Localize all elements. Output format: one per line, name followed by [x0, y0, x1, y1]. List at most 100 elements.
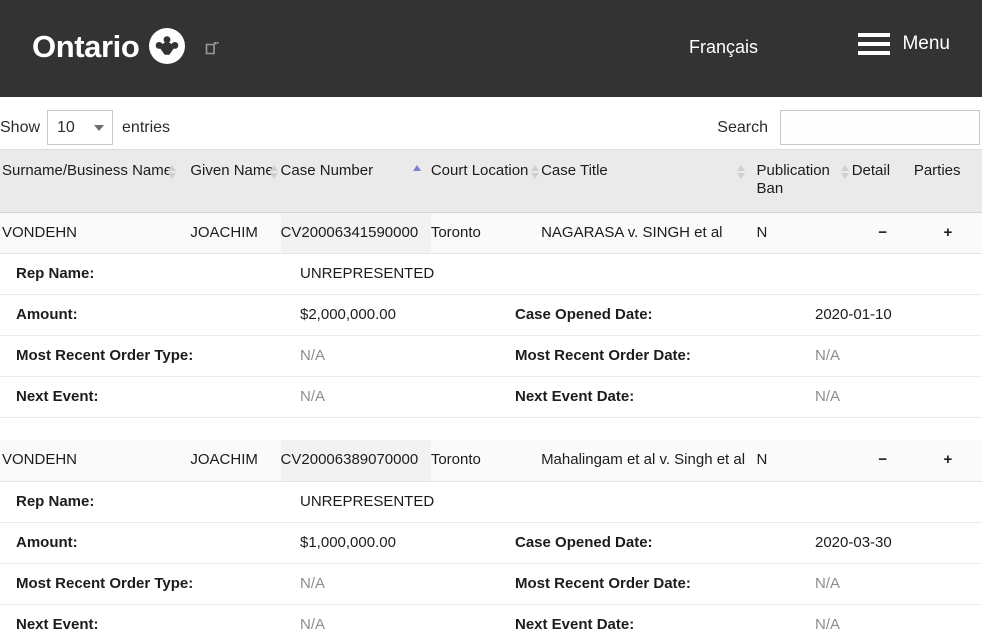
detail-panel-spacer — [0, 417, 982, 441]
parties-expand-button[interactable]: + — [913, 440, 982, 483]
brand-name: Ontario — [32, 28, 140, 64]
column-header-court-location[interactable]: Court Location — [430, 149, 542, 213]
spacer-cell — [0, 417, 982, 441]
parties-expand-button[interactable]: + — [913, 212, 982, 255]
column-header-parties: Parties — [913, 149, 982, 213]
value-next-event-date: N/A — [815, 376, 982, 419]
value-most-recent-order-date: N/A — [815, 335, 982, 378]
detail-collapse-button[interactable]: − — [851, 440, 914, 483]
cell-given-name: JOACHIM — [190, 212, 281, 255]
sort-indicator-given-name[interactable] — [270, 165, 279, 179]
value-case-opened-date: 2020-03-30 — [815, 522, 982, 565]
detail-row-rep-name: Rep Name: UNREPRESENTED — [0, 254, 982, 296]
value-next-event: N/A — [300, 604, 515, 633]
plus-icon: + — [943, 451, 953, 469]
label-most-recent-order-type: Most Recent Order Type: — [0, 563, 300, 606]
column-header-surname[interactable]: Surname/Business Name — [0, 149, 191, 213]
table-header: Surname/Business Name Given Name Case Nu… — [0, 149, 982, 213]
value-rep-name: UNREPRESENTED — [300, 254, 515, 296]
ontario-brand-logo[interactable]: Ontario — [32, 28, 220, 64]
table-row[interactable]: VONDEHN JOACHIM CV20006389070000 Toronto… — [0, 440, 982, 483]
show-entries-control: Show 10 entries — [0, 110, 170, 145]
column-header-parties-label: Parties — [913, 162, 961, 179]
menu-button-label: Menu — [902, 33, 950, 54]
column-header-given-name[interactable]: Given Name — [190, 149, 281, 213]
sort-indicator-publication-ban[interactable] — [840, 165, 850, 179]
value-next-event: N/A — [300, 376, 515, 419]
detail-panel-row: Rep Name: UNREPRESENTED Amount: $1,000,0… — [0, 481, 982, 633]
value-empty-2 — [815, 482, 982, 524]
value-most-recent-order-type: N/A — [300, 563, 515, 606]
column-header-case-title-label: Case Title — [541, 162, 608, 179]
value-empty-1 — [815, 254, 982, 296]
case-detail-table: Rep Name: UNREPRESENTED Amount: $2,000,0… — [0, 254, 982, 441]
cell-publication-ban: N — [756, 440, 852, 483]
cell-case-number: CV20006389070000 — [280, 440, 431, 483]
label-amount: Amount: — [0, 294, 300, 337]
entries-per-page-value: 10 — [57, 118, 75, 136]
sort-indicator-court-location[interactable] — [530, 165, 540, 179]
cell-given-name: JOACHIM — [190, 440, 281, 483]
value-most-recent-order-type: N/A — [300, 335, 515, 378]
detail-panel-row: Rep Name: UNREPRESENTED Amount: $2,000,0… — [0, 253, 982, 441]
ontario-trillium-icon — [149, 28, 186, 64]
sort-indicator-surname[interactable] — [168, 165, 177, 179]
detail-collapse-button[interactable]: − — [851, 212, 914, 255]
column-header-detail-label: Detail — [851, 162, 891, 179]
language-toggle-francais[interactable]: Français — [689, 37, 758, 58]
value-amount: $1,000,000.00 — [300, 522, 515, 565]
column-header-case-number-label: Case Number — [280, 162, 374, 179]
search-control: Search — [717, 110, 980, 145]
label-case-opened-date: Case Opened Date: — [515, 522, 815, 565]
value-most-recent-order-date: N/A — [815, 563, 982, 606]
site-header: Ontario Français Menu — [0, 0, 982, 97]
sort-indicator-case-number-ascending[interactable] — [412, 165, 422, 179]
cell-publication-ban: N — [756, 212, 852, 255]
cell-court-location: Toronto — [430, 440, 542, 483]
entries-per-page-select[interactable]: 10 — [47, 110, 114, 145]
table-body: VONDEHN JOACHIM CV20006341590000 Toronto… — [0, 212, 982, 633]
column-header-surname-label: Surname/Business Name — [2, 162, 173, 179]
label-most-recent-order-type: Most Recent Order Type: — [0, 335, 300, 378]
label-amount: Amount: — [0, 522, 300, 565]
label-most-recent-order-date: Most Recent Order Date: — [515, 335, 815, 378]
value-next-event-date: N/A — [815, 604, 982, 633]
detail-row-amount: Amount: $2,000,000.00 Case Opened Date: … — [0, 294, 982, 337]
detail-row-next-event: Next Event: N/A Next Event Date: N/A — [0, 604, 982, 633]
column-header-given-name-label: Given Name — [190, 162, 274, 179]
column-header-case-title[interactable]: Case Title — [541, 149, 757, 213]
plus-icon: + — [943, 223, 953, 241]
cell-surname: VONDEHN — [0, 212, 191, 255]
column-header-detail: Detail — [851, 149, 914, 213]
search-label: Search — [717, 118, 768, 136]
value-case-opened-date: 2020-01-10 — [815, 294, 982, 337]
label-case-opened-date: Case Opened Date: — [515, 294, 815, 337]
main-menu-button[interactable]: Menu — [858, 33, 950, 55]
label-next-event: Next Event: — [0, 376, 300, 419]
value-amount: $2,000,000.00 — [300, 294, 515, 337]
table-controls: Show 10 entries Search — [0, 97, 982, 149]
chevron-down-icon — [94, 125, 105, 131]
minus-icon: − — [878, 223, 888, 241]
sort-indicator-case-title[interactable] — [737, 165, 746, 179]
column-header-publication-ban-label: Publication Ban — [756, 162, 830, 198]
detail-row-rep-name: Rep Name: UNREPRESENTED — [0, 482, 982, 524]
column-header-case-number[interactable]: Case Number — [280, 149, 431, 213]
case-detail-table: Rep Name: UNREPRESENTED Amount: $1,000,0… — [0, 482, 982, 633]
table-row[interactable]: VONDEHN JOACHIM CV20006341590000 Toronto… — [0, 212, 982, 255]
case-search-results-table: Surname/Business Name Given Name Case Nu… — [0, 149, 982, 633]
show-entries-suffix-label: entries — [122, 118, 171, 136]
external-link-icon — [205, 41, 220, 56]
cell-case-number: CV20006341590000 — [280, 212, 431, 255]
column-header-publication-ban[interactable]: Publication Ban — [756, 149, 852, 213]
detail-row-next-event: Next Event: N/A Next Event Date: N/A — [0, 376, 982, 419]
search-input[interactable] — [780, 110, 980, 145]
label-next-event-date: Next Event Date: — [515, 376, 815, 419]
detail-panel-container: Rep Name: UNREPRESENTED Amount: $2,000,0… — [0, 253, 982, 441]
detail-row-order-type: Most Recent Order Type: N/A Most Recent … — [0, 335, 982, 378]
cell-court-location: Toronto — [430, 212, 542, 255]
column-header-court-location-label: Court Location — [430, 162, 529, 179]
show-entries-prefix-label: Show — [0, 118, 41, 136]
value-rep-name: UNREPRESENTED — [300, 482, 515, 524]
detail-panel-container: Rep Name: UNREPRESENTED Amount: $1,000,0… — [0, 481, 982, 633]
